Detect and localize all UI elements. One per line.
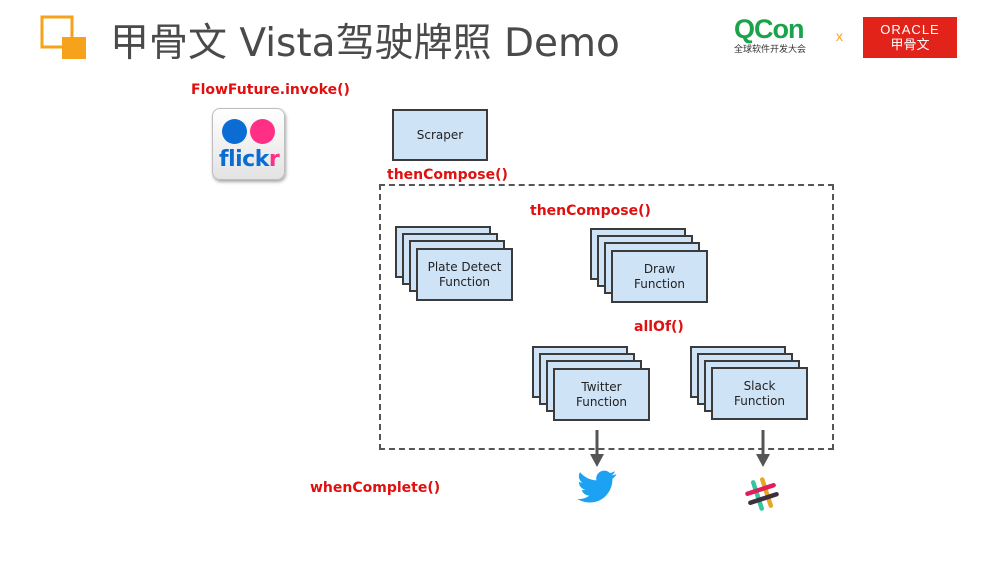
oracle-logo-line2: 甲骨文 bbox=[890, 38, 930, 53]
twitter-icon bbox=[577, 470, 617, 503]
flickr-wordmark-accent: r bbox=[268, 147, 280, 172]
plate-detect-function-label: Plate Detect Function bbox=[427, 259, 502, 289]
oracle-logo: ORACLE 甲骨文 bbox=[863, 17, 957, 58]
logo-separator: x bbox=[836, 28, 843, 44]
draw-function-label: Draw Function bbox=[633, 261, 686, 291]
qcon-logo-name: QCon bbox=[734, 14, 805, 44]
flickr-wordmark: flick bbox=[219, 147, 269, 172]
all-of-label: allOf() bbox=[634, 319, 684, 335]
square-logo-icon bbox=[40, 15, 86, 59]
page-title: 甲骨文 Vista驾驶牌照 Demo bbox=[110, 21, 620, 66]
twitter-function-label: Twitter Function bbox=[575, 379, 628, 409]
oracle-logo-line1: ORACLE bbox=[880, 22, 940, 37]
arrow-down-icon bbox=[590, 430, 604, 467]
qcon-logo: QCon 全球软件开发大会 bbox=[734, 14, 824, 58]
when-complete-label: whenComplete() bbox=[310, 480, 441, 496]
then-compose-outer-label: thenCompose() bbox=[387, 167, 508, 183]
draw-function-box: Draw Function bbox=[611, 250, 708, 303]
flickr-icon: flickr bbox=[212, 108, 285, 180]
qcon-logo-tagline: 全球软件开发大会 bbox=[734, 45, 807, 55]
slack-icon bbox=[745, 477, 779, 511]
slack-function-box: Slack Function bbox=[711, 367, 808, 420]
plate-detect-function-box: Plate Detect Function bbox=[416, 248, 513, 301]
scraper-box: Scraper bbox=[392, 109, 488, 161]
arrow-down-icon bbox=[756, 430, 770, 467]
then-compose-inner-label: thenCompose() bbox=[530, 203, 651, 219]
slack-function-label: Slack Function bbox=[733, 378, 786, 408]
flowfuture-invoke-label: FlowFuture.invoke() bbox=[191, 82, 350, 98]
scraper-label: Scraper bbox=[416, 127, 464, 142]
twitter-function-box: Twitter Function bbox=[553, 368, 650, 421]
